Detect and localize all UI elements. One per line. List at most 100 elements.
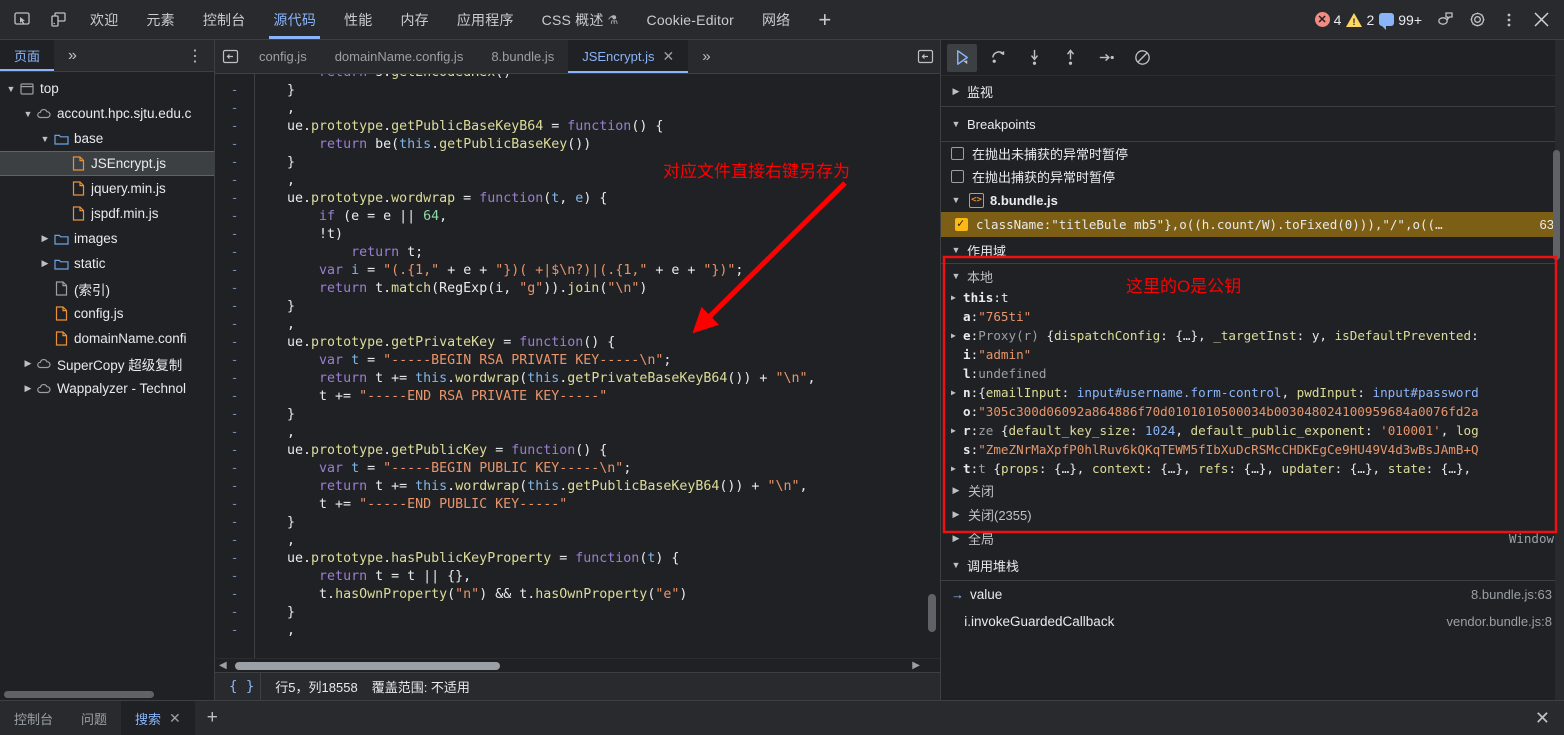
nav-tab-page[interactable]: 页面 <box>0 40 55 71</box>
error-counter[interactable]: ✕ 4 <box>1314 12 1341 28</box>
panel-collapse-right-icon[interactable] <box>910 40 940 73</box>
pause-on-caught-exceptions-row[interactable]: 在抛出捕获的异常时暂停 <box>941 165 1564 188</box>
breakpoint-checkbox[interactable] <box>955 216 968 231</box>
chevron-right-icon[interactable]: ▶ <box>949 485 963 496</box>
scroll-right-icon[interactable]: ▶ <box>912 660 920 671</box>
scroll-left-icon[interactable]: ◀ <box>219 660 227 671</box>
tree-item[interactable]: domainName.confi <box>0 326 214 351</box>
chevron-down-icon[interactable]: ▼ <box>38 134 52 144</box>
step-into-button[interactable] <box>1019 44 1049 72</box>
scope-variable-row[interactable]: ▶ this: t <box>941 288 1564 307</box>
line-number[interactable]: - <box>215 568 254 586</box>
line-number[interactable]: - <box>215 496 254 514</box>
close-icon[interactable] <box>1526 5 1556 35</box>
pause-on-uncaught-exceptions-row[interactable]: 在抛出未捕获的异常时暂停 <box>941 142 1564 165</box>
chevron-right-icon[interactable]: ▶ <box>951 426 963 435</box>
line-number[interactable]: - <box>215 262 254 280</box>
editor-tab-8-bundle-js[interactable]: 8.bundle.js <box>477 40 568 73</box>
variable-value[interactable]: t {props: {…}, context: {…}, refs: {…}, … <box>978 461 1471 476</box>
scope-variable-row[interactable]: ▶ n: {emailInput: input#username.form-con… <box>941 383 1564 402</box>
line-number[interactable]: - <box>215 74 254 82</box>
line-number[interactable]: - <box>215 136 254 154</box>
message-counter[interactable]: 99+ <box>1379 12 1422 30</box>
nav-more-tabs-button[interactable]: » <box>54 40 91 71</box>
tab-elements[interactable]: 元素 <box>132 0 188 39</box>
line-number[interactable]: - <box>215 442 254 460</box>
inspect-element-icon[interactable] <box>8 6 36 34</box>
chevron-down-icon[interactable]: ▼ <box>21 109 35 119</box>
closure-scope-row[interactable]: ▶ 关闭(2355) <box>941 502 1564 526</box>
variable-value[interactable]: ze {default_key_size: 1024, default_publ… <box>978 423 1479 438</box>
tree-item[interactable]: ▼ account.hpc.sjtu.edu.c <box>0 101 214 126</box>
chevron-down-icon[interactable]: ▼ <box>949 195 963 205</box>
scrollbar-thumb[interactable] <box>928 594 936 632</box>
line-number[interactable]: - <box>215 514 254 532</box>
line-number[interactable]: - <box>215 172 254 190</box>
scope-section-header[interactable]: ▼ 作用域 <box>941 237 1564 263</box>
deactivate-breakpoints-button[interactable] <box>1127 44 1157 72</box>
tree-item[interactable]: jquery.min.js <box>0 176 214 201</box>
chevron-down-icon[interactable]: ▼ <box>4 84 18 94</box>
line-number[interactable]: - <box>215 532 254 550</box>
line-number[interactable]: - <box>215 208 254 226</box>
code-vertical-scrollbar[interactable] <box>926 74 938 644</box>
tree-item[interactable]: JSEncrypt.js <box>0 151 214 176</box>
navigator-more-options-icon[interactable]: ⋮ <box>177 40 214 71</box>
resume-script-button[interactable] <box>947 43 977 72</box>
navigator-horizontal-scrollbar[interactable] <box>0 688 214 700</box>
scrollbar-thumb[interactable] <box>1553 150 1560 260</box>
closure-scope-row[interactable]: ▶ 全局 Window <box>941 526 1564 550</box>
tree-item[interactable]: jspdf.min.js <box>0 201 214 226</box>
tab-memory[interactable]: 内存 <box>386 0 442 39</box>
add-panel-button[interactable]: + <box>804 0 845 39</box>
line-number[interactable]: - <box>215 550 254 568</box>
checkbox[interactable] <box>951 170 964 183</box>
variable-value[interactable]: Proxy(r) {dispatchConfig: {…}, _targetIn… <box>978 328 1478 343</box>
line-number[interactable]: - <box>215 586 254 604</box>
close-tab-icon[interactable]: ✕ <box>662 48 674 65</box>
line-number[interactable]: - <box>215 82 254 100</box>
variable-value[interactable]: {emailInput: input#username.form-control… <box>978 385 1478 400</box>
editor-more-tabs-button[interactable]: » <box>688 40 724 73</box>
tree-item[interactable]: ▶ Wappalyzer - Technol <box>0 376 214 401</box>
chevron-right-icon[interactable]: ▶ <box>949 86 963 97</box>
editor-tab-jsencrypt-js[interactable]: JSEncrypt.js ✕ <box>568 40 689 73</box>
frame-location[interactable]: vendor.bundle.js:8 <box>1446 614 1564 629</box>
local-scope-header[interactable]: ▼ 本地 <box>941 264 1564 288</box>
tree-item[interactable]: ▶ static <box>0 251 214 276</box>
checkbox[interactable] <box>951 147 964 160</box>
pretty-print-button[interactable]: { } <box>223 673 262 700</box>
tree-item[interactable]: ▼ top <box>0 76 214 101</box>
tab-performance[interactable]: 性能 <box>330 0 386 39</box>
chevron-right-icon[interactable]: ▶ <box>951 331 963 340</box>
drawer-tab-search[interactable]: 搜索 ✕ <box>121 701 195 735</box>
more-vertical-icon[interactable] <box>1494 5 1524 35</box>
drawer-tab-issues[interactable]: 问题 <box>67 701 121 735</box>
chevron-right-icon[interactable]: ▶ <box>21 358 35 369</box>
close-tab-icon[interactable]: ✕ <box>169 710 181 727</box>
watch-section-header[interactable]: ▶ 监视 <box>941 76 1564 106</box>
tab-cookie-editor[interactable]: Cookie-Editor <box>633 0 748 39</box>
tab-console[interactable]: 控制台 <box>189 0 260 39</box>
line-number[interactable]: - <box>215 352 254 370</box>
line-number[interactable]: - <box>215 460 254 478</box>
line-number[interactable]: - <box>215 226 254 244</box>
editor-tab-config-js[interactable]: config.js <box>245 40 321 73</box>
step-button[interactable] <box>1091 44 1121 72</box>
chevron-right-icon[interactable]: ▶ <box>951 388 963 397</box>
line-number[interactable]: - <box>215 316 254 334</box>
tree-item[interactable]: (索引) <box>0 276 214 301</box>
device-toolbar-icon[interactable] <box>44 6 72 34</box>
line-number[interactable]: - <box>215 406 254 424</box>
code-horizontal-scrollbar[interactable]: ◀ ▶ <box>215 658 940 672</box>
line-number[interactable]: - <box>215 100 254 118</box>
line-number[interactable]: - <box>215 118 254 136</box>
tree-item[interactable]: config.js <box>0 301 214 326</box>
chevron-down-icon[interactable]: ▼ <box>949 119 963 129</box>
line-number[interactable]: - <box>215 478 254 496</box>
line-number[interactable]: - <box>215 388 254 406</box>
line-number[interactable]: - <box>215 424 254 442</box>
step-out-button[interactable] <box>1055 44 1085 72</box>
line-number[interactable]: - <box>215 280 254 298</box>
scope-variable-row[interactable]: l: undefined <box>941 364 1564 383</box>
